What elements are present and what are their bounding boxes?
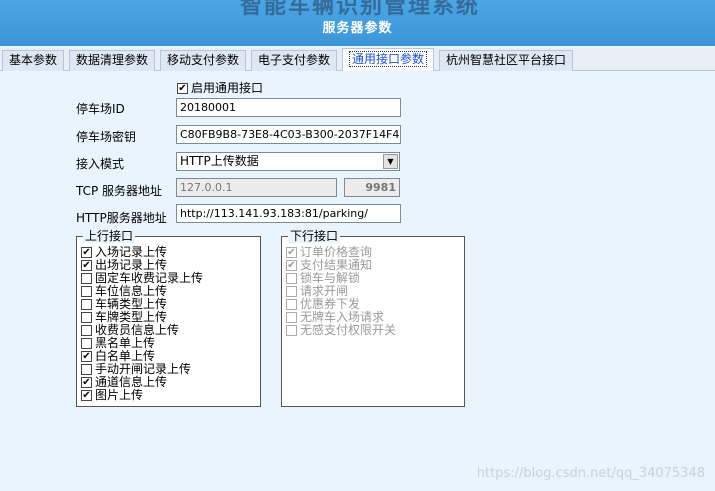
chevron-down-icon[interactable]: ▼: [383, 154, 398, 169]
downstream-list: ✔ 订单价格查询 ✔ 支付结果通知 锁车与解锁 请求开闸 优惠券下发 无牌车入场请求…: [286, 246, 396, 337]
checkbox[interactable]: [81, 273, 92, 284]
checkbox[interactable]: [286, 286, 297, 297]
tab-bar: 基本参数 数据清理参数 移动支付参数 电子支付参数 通用接口参数 杭州智慧社区平…: [0, 48, 715, 71]
checkbox[interactable]: [286, 312, 297, 323]
checkbox[interactable]: [286, 273, 297, 284]
http-server-field[interactable]: http://113.141.93.183:81/parking/: [176, 204, 401, 223]
access-mode-label: 接入模式: [76, 157, 125, 171]
window-title: 服务器参数: [322, 21, 393, 36]
upstream-legend: 上行接口: [83, 229, 136, 243]
parking-id-field[interactable]: 20180001: [176, 98, 401, 117]
checkbox[interactable]: ✔: [81, 351, 92, 362]
upstream-item-image-upload[interactable]: ✔ 图片上传: [81, 389, 203, 402]
access-mode-select[interactable]: HTTP上传数据 ▼: [176, 152, 400, 171]
tab-electronic-payment-params[interactable]: 电子支付参数: [251, 50, 338, 71]
checkbox[interactable]: [81, 325, 92, 336]
checkbox[interactable]: ✔: [81, 247, 92, 258]
checkbox[interactable]: [81, 338, 92, 349]
enable-interface-row[interactable]: ✔ 启用通用接口: [177, 79, 263, 96]
watermark: https://blog.csdn.net/qq_34075348: [476, 466, 705, 481]
tab-mobile-payment-params[interactable]: 移动支付参数: [160, 50, 247, 71]
checkbox[interactable]: ✔: [81, 390, 92, 401]
checkbox[interactable]: ✔: [286, 247, 297, 258]
tab-data-cleanup-params[interactable]: 数据清理参数: [69, 50, 156, 71]
title-bar: 智能车辆识别管理系统 服务器参数: [0, 0, 715, 46]
checkbox[interactable]: [81, 286, 92, 297]
checkbox[interactable]: [81, 364, 92, 375]
downstream-interface-group: 下行接口 ✔ 订单价格查询 ✔ 支付结果通知 锁车与解锁 请求开闸 优惠券下发 无牌…: [281, 229, 465, 407]
upstream-list: ✔ 入场记录上传 ✔ 出场记录上传 固定车收费记录上传 车位信息上传 车辆类型上传 …: [81, 246, 203, 402]
tcp-server-label: TCP 服务器地址: [76, 184, 163, 198]
parking-key-label: 停车场密钥: [76, 130, 137, 144]
tab-common-interface-params[interactable]: 通用接口参数: [342, 48, 435, 71]
tab-hangzhou-community-platform[interactable]: 杭州智慧社区平台接口: [439, 50, 574, 71]
tcp-server-ip-field[interactable]: 127.0.0.1: [176, 178, 337, 197]
checkbox[interactable]: [286, 325, 297, 336]
enable-interface-checkbox[interactable]: ✔: [177, 83, 188, 94]
downstream-item-senseless-payment[interactable]: 无感支付权限开关: [286, 324, 396, 337]
checkbox[interactable]: ✔: [286, 260, 297, 271]
parking-key-field[interactable]: C80FB9B8-73E8-4C03-B300-2037F14F42C6: [176, 125, 401, 144]
downstream-legend: 下行接口: [288, 229, 341, 243]
upstream-interface-group: 上行接口 ✔ 入场记录上传 ✔ 出场记录上传 固定车收费记录上传 车位信息上传 车辆…: [76, 229, 261, 407]
checkbox[interactable]: [81, 312, 92, 323]
enable-interface-label: 启用通用接口: [191, 81, 264, 95]
access-mode-value: HTTP上传数据: [180, 154, 259, 168]
tab-basic-params[interactable]: 基本参数: [2, 50, 65, 71]
checkbox[interactable]: ✔: [81, 260, 92, 271]
parking-id-label: 停车场ID: [76, 102, 125, 116]
tcp-server-port-field[interactable]: 9981: [344, 178, 400, 197]
http-server-label: HTTP服务器地址: [76, 211, 167, 225]
checkbox[interactable]: [81, 299, 92, 310]
checkbox[interactable]: [286, 299, 297, 310]
checkbox[interactable]: ✔: [81, 377, 92, 388]
